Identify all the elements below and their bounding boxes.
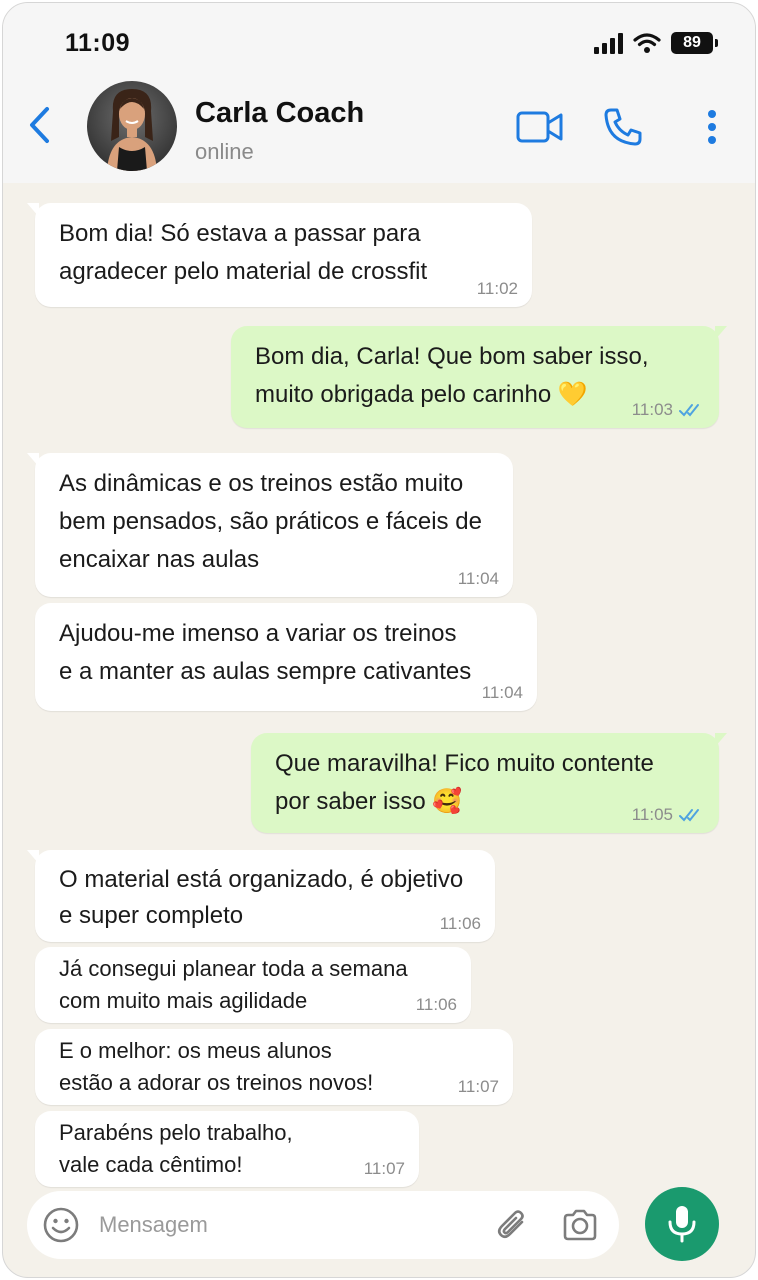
message-time: 11:06 <box>439 914 481 933</box>
message-line: e super completo <box>59 902 244 929</box>
more-options-button[interactable] <box>699 103 725 151</box>
attach-button[interactable] <box>493 1205 533 1245</box>
message-line: e a manter as aulas sempre cativantes <box>59 658 472 685</box>
message-line: vale cada cêntimo! <box>59 1152 243 1177</box>
message-meta: 11:03 <box>632 400 705 420</box>
message-line: Já consegui planear toda a semana <box>59 956 408 981</box>
camera-icon <box>563 1209 597 1241</box>
message-text: Bom dia! Só estava a passar para agradec… <box>59 215 427 291</box>
status-time: 11:09 <box>65 29 131 57</box>
message-line: por saber isso 🥰 <box>275 788 463 815</box>
video-call-button[interactable] <box>515 103 565 151</box>
voice-call-button[interactable] <box>601 103 645 151</box>
back-button[interactable] <box>23 101 57 149</box>
message-incoming[interactable]: O material está organizado, é objetivo e… <box>27 850 495 942</box>
contact-name[interactable]: Carla Coach <box>195 97 364 130</box>
message-text: Já consegui planear toda a semana com mu… <box>59 953 408 1017</box>
message-incoming[interactable]: E o melhor: os meus alunos estão a adora… <box>35 1029 513 1105</box>
message-line: com muito mais agilidade <box>59 988 308 1013</box>
message-incoming[interactable]: Ajudou-me imenso a variar os treinos e a… <box>35 603 537 711</box>
message-time: 11:04 <box>481 683 523 702</box>
message-time: 11:04 <box>457 569 499 588</box>
emoji-button[interactable] <box>41 1205 81 1245</box>
message-line: Que maravilha! Fico muito contente <box>275 750 654 777</box>
battery-indicator: 89 <box>671 32 718 54</box>
message-meta: 11:04 <box>482 683 523 703</box>
message-time: 11:07 <box>457 1077 499 1096</box>
message-line: Bom dia, Carla! Que bom saber isso, <box>255 343 649 370</box>
message-line: encaixar nas aulas <box>59 546 260 573</box>
contact-avatar[interactable] <box>87 81 177 171</box>
message-text: E o melhor: os meus alunos estão a adora… <box>59 1035 373 1099</box>
message-line: E o melhor: os meus alunos <box>59 1038 332 1063</box>
wifi-icon <box>633 33 661 53</box>
phone-frame: 11:09 89 Carla Coach online Bom dia! Só … <box>2 2 756 1278</box>
message-meta: 11:02 <box>477 279 518 299</box>
message-time: 11:07 <box>363 1159 405 1178</box>
message-line: O material está organizado, é objetivo <box>59 866 464 893</box>
status-icons: 89 <box>593 32 718 54</box>
message-meta: 11:06 <box>440 914 481 934</box>
message-meta: 11:06 <box>416 995 457 1015</box>
message-time: 11:02 <box>476 279 518 298</box>
message-line: estão a adorar os treinos novos! <box>59 1070 374 1095</box>
microphone-icon <box>668 1206 696 1243</box>
message-line: Parabéns pelo trabalho, <box>59 1120 293 1145</box>
message-outgoing[interactable]: Bom dia, Carla! Que bom saber isso, muit… <box>231 326 727 428</box>
message-meta: 11:07 <box>458 1077 499 1097</box>
message-time: 11:03 <box>631 400 673 419</box>
more-vertical-icon <box>708 110 716 144</box>
message-incoming[interactable]: Bom dia! Só estava a passar para agradec… <box>27 203 532 307</box>
message-line: muito obrigada pelo carinho 💛 <box>255 381 588 408</box>
message-incoming[interactable]: Parabéns pelo trabalho, vale cada cêntim… <box>35 1111 419 1187</box>
paperclip-icon <box>497 1210 524 1239</box>
message-time: 11:06 <box>415 995 457 1014</box>
message-line: As dinâmicas e os treinos estão muito <box>59 470 464 497</box>
message-meta: 11:07 <box>364 1159 405 1179</box>
message-line: Bom dia! Só estava a passar para <box>59 220 421 247</box>
emoji-icon <box>43 1207 79 1243</box>
composer-bar <box>3 1183 755 1277</box>
message-incoming[interactable]: Já consegui planear toda a semana com mu… <box>35 947 471 1023</box>
message-text: Bom dia, Carla! Que bom saber isso, muit… <box>255 338 649 414</box>
message-time: 11:05 <box>631 805 673 824</box>
message-text: Ajudou-me imenso a variar os treinos e a… <box>59 615 471 691</box>
message-text: Parabéns pelo trabalho, vale cada cêntim… <box>59 1117 293 1181</box>
signal-icon <box>594 33 623 54</box>
contact-status: online <box>195 139 254 164</box>
message-meta: 11:04 <box>458 569 499 589</box>
message-meta: 11:05 <box>632 805 705 825</box>
message-text: Que maravilha! Fico muito contente por s… <box>275 745 654 821</box>
message-line: Ajudou-me imenso a variar os treinos <box>59 620 457 647</box>
camera-button[interactable] <box>559 1205 601 1245</box>
message-line: agradecer pelo material de crossfit <box>59 258 428 285</box>
read-receipt-icon <box>679 809 699 822</box>
message-outgoing[interactable]: Que maravilha! Fico muito contente por s… <box>251 733 727 833</box>
message-list: Bom dia! Só estava a passar para agradec… <box>3 183 755 1187</box>
message-input[interactable] <box>99 1205 479 1245</box>
read-receipt-icon <box>679 404 699 417</box>
chat-header: 11:09 89 Carla Coach online <box>3 3 755 183</box>
message-text: As dinâmicas e os treinos estão muito be… <box>59 465 482 579</box>
message-text: O material está organizado, é objetivo e… <box>59 862 463 934</box>
phone-icon <box>604 108 642 146</box>
message-incoming[interactable]: As dinâmicas e os treinos estão muito be… <box>27 453 513 597</box>
message-line: bem pensados, são práticos e fáceis de <box>59 508 482 535</box>
avatar-image <box>87 81 177 171</box>
composer-pill <box>27 1191 619 1259</box>
video-call-icon <box>516 111 563 143</box>
back-icon <box>30 107 49 143</box>
voice-record-button[interactable] <box>645 1187 719 1261</box>
